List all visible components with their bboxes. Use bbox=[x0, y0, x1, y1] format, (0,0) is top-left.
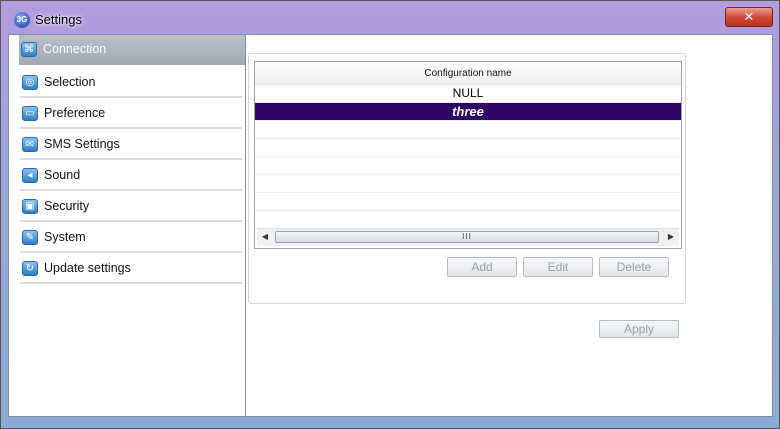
sidebar-item-label: Selection bbox=[44, 75, 96, 89]
client-area: ⌘ Connection ◎ Selection ▭ Preference ✉ … bbox=[8, 34, 773, 417]
sidebar-item-label: Sound bbox=[44, 168, 81, 182]
table-row-empty bbox=[255, 211, 681, 229]
table-row-selected[interactable]: three bbox=[255, 103, 681, 121]
lock-icon: ▣ bbox=[22, 199, 38, 214]
configuration-table: Configuration name NULL three ◀ III ▶ bbox=[254, 61, 682, 249]
sidebar-item-label: Preference bbox=[44, 106, 106, 120]
scroll-thumb[interactable]: III bbox=[275, 231, 659, 243]
sidebar-item-selection[interactable]: ◎ Selection bbox=[20, 68, 242, 98]
network-icon: ⌘ bbox=[21, 42, 37, 57]
update-icon: ↻ bbox=[22, 261, 38, 276]
sidebar-item-connection[interactable]: ⌘ Connection bbox=[19, 35, 245, 65]
sidebar-item-system[interactable]: ✎ System bbox=[20, 223, 242, 253]
table-row-empty bbox=[255, 139, 681, 157]
table-row-empty bbox=[255, 121, 681, 139]
sidebar-item-label: Update settings bbox=[44, 261, 131, 275]
title-bar[interactable]: 3G Settings ✕ bbox=[1, 1, 780, 35]
table-row-empty bbox=[255, 157, 681, 175]
sidebar-item-label: SMS Settings bbox=[44, 137, 120, 151]
window-title: Settings bbox=[35, 12, 82, 27]
sidebar-item-sound[interactable]: ◂ Sound bbox=[20, 161, 242, 191]
sidebar-item-preference[interactable]: ▭ Preference bbox=[20, 99, 242, 129]
settings-sidebar: ⌘ Connection ◎ Selection ▭ Preference ✉ … bbox=[9, 35, 246, 416]
sidebar-item-update-settings[interactable]: ↻ Update settings bbox=[20, 254, 242, 284]
sidebar-item-sms-settings[interactable]: ✉ SMS Settings bbox=[20, 130, 242, 160]
speaker-icon: ◂ bbox=[22, 168, 38, 183]
close-button[interactable]: ✕ bbox=[725, 7, 773, 27]
sidebar-item-security[interactable]: ▣ Security bbox=[20, 192, 242, 222]
table-row-empty bbox=[255, 193, 681, 211]
app-3g-icon: 3G bbox=[14, 12, 30, 28]
envelope-icon: ✉ bbox=[22, 137, 38, 152]
delete-button[interactable]: Delete bbox=[599, 257, 669, 277]
monitor-icon: ▭ bbox=[22, 106, 38, 121]
column-header-configuration-name[interactable]: Configuration name bbox=[255, 62, 681, 85]
table-row[interactable]: NULL bbox=[255, 85, 681, 103]
tools-icon: ✎ bbox=[22, 230, 38, 245]
edit-button[interactable]: Edit bbox=[523, 257, 593, 277]
scroll-right-arrow-icon[interactable]: ▶ bbox=[665, 231, 677, 243]
settings-window: 3G Settings ✕ ⌘ Connection ◎ Selection ▭… bbox=[0, 0, 780, 429]
selection-icon: ◎ bbox=[22, 75, 38, 90]
sidebar-item-label: Security bbox=[44, 199, 90, 213]
table-row-empty bbox=[255, 175, 681, 193]
add-button[interactable]: Add bbox=[447, 257, 517, 277]
apply-button[interactable]: Apply bbox=[599, 320, 679, 338]
sidebar-item-label: Connection bbox=[43, 42, 107, 56]
horizontal-scrollbar[interactable]: ◀ III ▶ bbox=[257, 228, 679, 246]
scroll-left-arrow-icon[interactable]: ◀ bbox=[259, 231, 271, 243]
sidebar-item-label: System bbox=[44, 230, 86, 244]
